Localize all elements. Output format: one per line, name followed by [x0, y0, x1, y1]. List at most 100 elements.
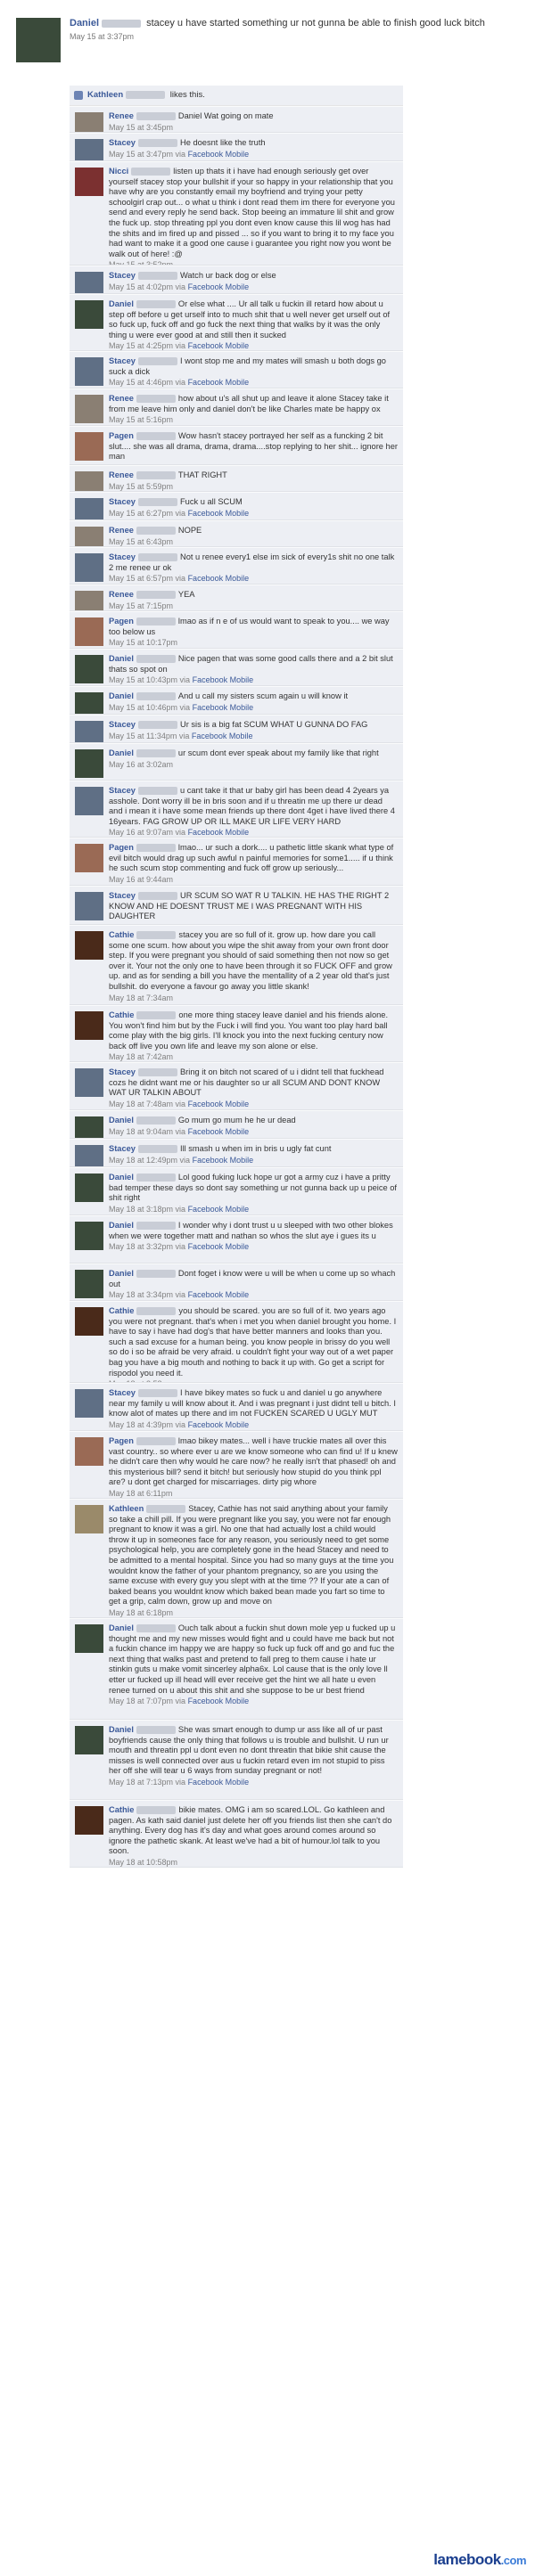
comment-timestamp[interactable]: May 15 at 10:46pm via — [109, 703, 190, 712]
avatar[interactable] — [75, 721, 103, 742]
avatar[interactable] — [75, 892, 103, 920]
post-timestamp[interactable]: May 15 at 3:37pm — [70, 31, 524, 43]
liker-name[interactable]: Kathleen — [87, 90, 123, 100]
via-mobile-link[interactable]: Facebook Mobile — [188, 341, 250, 350]
via-mobile-link[interactable]: Facebook Mobile — [193, 703, 254, 712]
via-mobile-link[interactable]: Facebook Mobile — [188, 1127, 250, 1136]
commenter-name[interactable]: Daniel — [109, 654, 134, 663]
commenter-name[interactable]: Renee — [109, 394, 134, 403]
comment-timestamp[interactable]: May 15 at 10:17pm — [109, 638, 177, 647]
commenter-name[interactable]: Daniel — [109, 748, 134, 757]
avatar[interactable] — [75, 1011, 103, 1040]
commenter-name[interactable]: Daniel — [109, 1623, 134, 1632]
commenter-name[interactable]: Renee — [109, 526, 134, 535]
via-mobile-link[interactable]: Facebook Mobile — [188, 1778, 250, 1787]
commenter-name[interactable]: Renee — [109, 590, 134, 599]
comment-timestamp[interactable]: May 18 at 3:18pm via — [109, 1205, 185, 1214]
commenter-name[interactable]: Stacey — [109, 891, 136, 900]
commenter-name[interactable]: Stacey — [109, 552, 136, 561]
commenter-name[interactable]: Stacey — [109, 138, 136, 147]
via-mobile-link[interactable]: Facebook Mobile — [188, 1697, 250, 1705]
comment-timestamp[interactable]: May 15 at 3:47pm via — [109, 150, 185, 159]
comment-timestamp[interactable]: May 15 at 11:34pm via — [109, 732, 189, 740]
via-mobile-link[interactable]: Facebook Mobile — [188, 828, 250, 837]
comment-timestamp[interactable]: May 18 at 6:11pm — [109, 1489, 172, 1498]
comment-timestamp[interactable]: May 15 at 10:43pm via — [109, 675, 190, 684]
comment-timestamp[interactable]: May 15 at 6:43pm — [109, 537, 173, 546]
avatar[interactable] — [75, 395, 103, 423]
avatar[interactable] — [75, 527, 103, 546]
commenter-name[interactable]: Stacey — [109, 1388, 136, 1397]
via-mobile-link[interactable]: Facebook Mobile — [188, 1205, 250, 1214]
comment-timestamp[interactable]: May 15 at 3:45pm — [109, 123, 173, 132]
commenter-name[interactable]: Daniel — [109, 691, 134, 700]
comment-timestamp[interactable]: May 18 at 7:07pm via — [109, 1697, 185, 1705]
comment-timestamp[interactable]: May 16 at 9:44am — [109, 875, 173, 884]
commenter-name[interactable]: Pagen — [109, 1436, 134, 1445]
post-author[interactable]: Daniel — [70, 18, 99, 29]
comment-timestamp[interactable]: May 16 at 9:07am via — [109, 828, 185, 837]
commenter-name[interactable]: Daniel — [109, 299, 134, 308]
commenter-name[interactable]: Renee — [109, 111, 134, 120]
avatar[interactable] — [75, 1145, 103, 1166]
avatar[interactable] — [75, 112, 103, 132]
avatar[interactable] — [75, 272, 103, 293]
avatar[interactable] — [75, 553, 103, 582]
commenter-name[interactable]: Stacey — [109, 720, 136, 729]
commenter-name[interactable]: Stacey — [109, 1067, 136, 1076]
comment-timestamp[interactable]: May 18 at 10:58pm — [109, 1858, 177, 1867]
comment-timestamp[interactable]: May 15 at 5:16pm — [109, 415, 173, 424]
avatar[interactable] — [75, 749, 103, 778]
via-mobile-link[interactable]: Facebook Mobile — [188, 150, 250, 159]
via-mobile-link[interactable]: Facebook Mobile — [188, 509, 250, 518]
comment-timestamp[interactable]: May 15 at 7:15pm — [109, 601, 173, 610]
avatar[interactable] — [75, 1174, 103, 1202]
avatar[interactable] — [75, 591, 103, 610]
commenter-name[interactable]: Stacey — [109, 356, 136, 365]
via-mobile-link[interactable]: Facebook Mobile — [188, 1420, 250, 1429]
avatar[interactable] — [75, 139, 103, 160]
commenter-name[interactable]: Renee — [109, 470, 134, 479]
avatar[interactable] — [75, 357, 103, 386]
via-mobile-link[interactable]: Facebook Mobile — [188, 574, 250, 583]
comment-timestamp[interactable]: May 18 at 9:04am via — [109, 1127, 185, 1136]
commenter-name[interactable]: Stacey — [109, 786, 136, 795]
comment-timestamp[interactable]: May 18 at 7:13pm via — [109, 1778, 185, 1787]
comment-timestamp[interactable]: May 18 at 3:32pm via — [109, 1242, 185, 1251]
avatar[interactable] — [16, 18, 61, 62]
avatar[interactable] — [75, 1068, 103, 1097]
via-mobile-link[interactable]: Facebook Mobile — [188, 1290, 250, 1299]
comment-timestamp[interactable]: May 15 at 4:46pm via — [109, 378, 185, 387]
comment-timestamp[interactable]: May 15 at 4:25pm via — [109, 341, 185, 350]
commenter-name[interactable]: Pagen — [109, 843, 134, 852]
commenter-name[interactable]: Cathie — [109, 1306, 134, 1315]
commenter-name[interactable]: Kathleen — [109, 1504, 144, 1513]
avatar[interactable] — [75, 692, 103, 714]
avatar[interactable] — [75, 931, 103, 960]
comment-timestamp[interactable]: May 15 at 4:02pm via — [109, 282, 185, 291]
commenter-name[interactable]: Stacey — [109, 497, 136, 506]
via-mobile-link[interactable]: Facebook Mobile — [188, 282, 250, 291]
comment-timestamp[interactable]: May 18 at 7:48am via — [109, 1100, 185, 1108]
avatar[interactable] — [75, 1307, 103, 1336]
avatar[interactable] — [75, 168, 103, 196]
avatar[interactable] — [75, 655, 103, 683]
commenter-name[interactable]: Daniel — [109, 1221, 134, 1230]
comment-timestamp[interactable]: May 18 at 7:42am — [109, 1052, 173, 1061]
comment-timestamp[interactable]: May 15 at 6:27pm via — [109, 509, 185, 518]
commenter-name[interactable]: Stacey — [109, 271, 136, 280]
avatar[interactable] — [75, 617, 103, 646]
commenter-name[interactable]: Daniel — [109, 1116, 134, 1124]
avatar[interactable] — [75, 498, 103, 519]
avatar[interactable] — [75, 1624, 103, 1653]
avatar[interactable] — [75, 432, 103, 461]
avatar[interactable] — [75, 787, 103, 815]
via-mobile-link[interactable]: Facebook Mobile — [188, 1100, 250, 1108]
avatar[interactable] — [75, 1270, 103, 1298]
comment-timestamp[interactable]: May 15 at 5:59pm — [109, 482, 173, 491]
avatar[interactable] — [75, 1116, 103, 1138]
avatar[interactable] — [75, 471, 103, 491]
avatar[interactable] — [75, 300, 103, 329]
via-mobile-link[interactable]: Facebook Mobile — [188, 378, 250, 387]
comment-timestamp[interactable]: May 18 at 7:34am — [109, 994, 173, 1002]
